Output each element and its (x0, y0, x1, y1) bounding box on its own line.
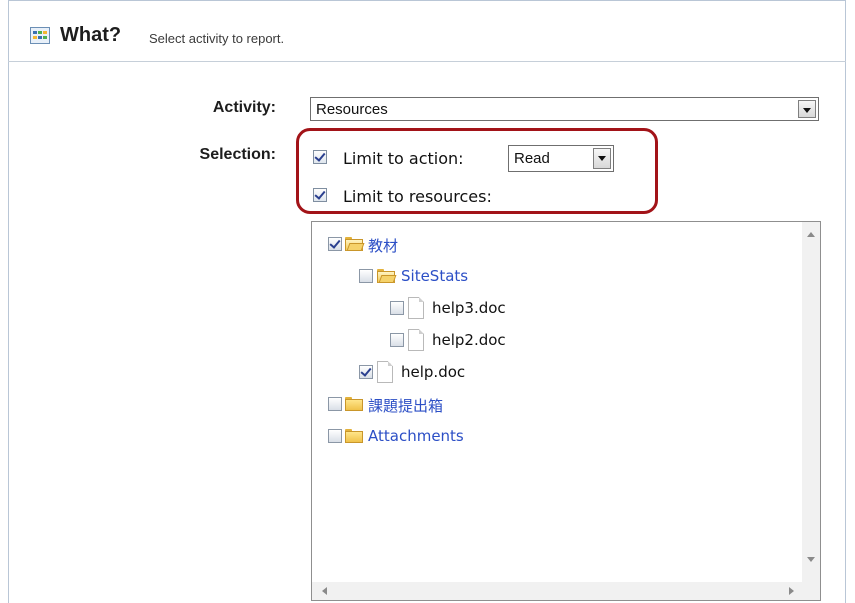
open-folder-icon (345, 237, 365, 251)
highlight-box (296, 128, 658, 214)
tree-item-checkbox[interactable] (328, 237, 342, 251)
table-icon (30, 27, 50, 44)
tree-item-checkbox[interactable] (390, 333, 404, 347)
scroll-right-icon[interactable] (789, 587, 794, 595)
tree-item-label: help.doc (401, 363, 466, 381)
tree-item-checkbox[interactable] (328, 397, 342, 411)
tree-item-checkbox[interactable] (390, 301, 404, 315)
vertical-scrollbar[interactable] (802, 222, 820, 582)
tree-item-checkbox[interactable] (328, 429, 342, 443)
document-icon (408, 297, 424, 319)
selection-label: Selection: (199, 146, 276, 163)
open-folder-icon (377, 269, 397, 283)
folder-icon (345, 429, 363, 443)
activity-label: Activity: (212, 99, 276, 116)
activity-select[interactable]: Resources (310, 97, 819, 121)
tree-item-label[interactable]: Attachments (368, 427, 464, 445)
scroll-up-icon[interactable] (807, 232, 815, 237)
tree-item-label: help2.doc (432, 331, 506, 349)
folder-icon (345, 397, 363, 411)
tree-item-checkbox[interactable] (359, 365, 373, 379)
scroll-down-icon[interactable] (807, 557, 815, 562)
page-subtitle: Select activity to report. (149, 31, 285, 46)
document-icon (408, 329, 424, 351)
page-title: What? (60, 24, 122, 46)
tree-item-checkbox[interactable] (359, 269, 373, 283)
activity-select-value: Resources (316, 101, 388, 118)
section-header: What? Select activity to report. (8, 0, 846, 62)
tree-item-label[interactable]: SiteStats (401, 267, 468, 285)
chevron-down-icon[interactable] (798, 100, 816, 118)
resource-tree[interactable]: 教材 SiteStats help3.doc help2.doc help.do… (311, 221, 821, 601)
document-icon (377, 361, 393, 383)
tree-item-label[interactable]: 教材 (368, 235, 398, 256)
horizontal-scrollbar[interactable] (312, 582, 820, 600)
tree-item-label: help3.doc (432, 299, 506, 317)
tree-item-label[interactable]: 課題提出箱 (368, 395, 443, 416)
scroll-left-icon[interactable] (322, 587, 327, 595)
